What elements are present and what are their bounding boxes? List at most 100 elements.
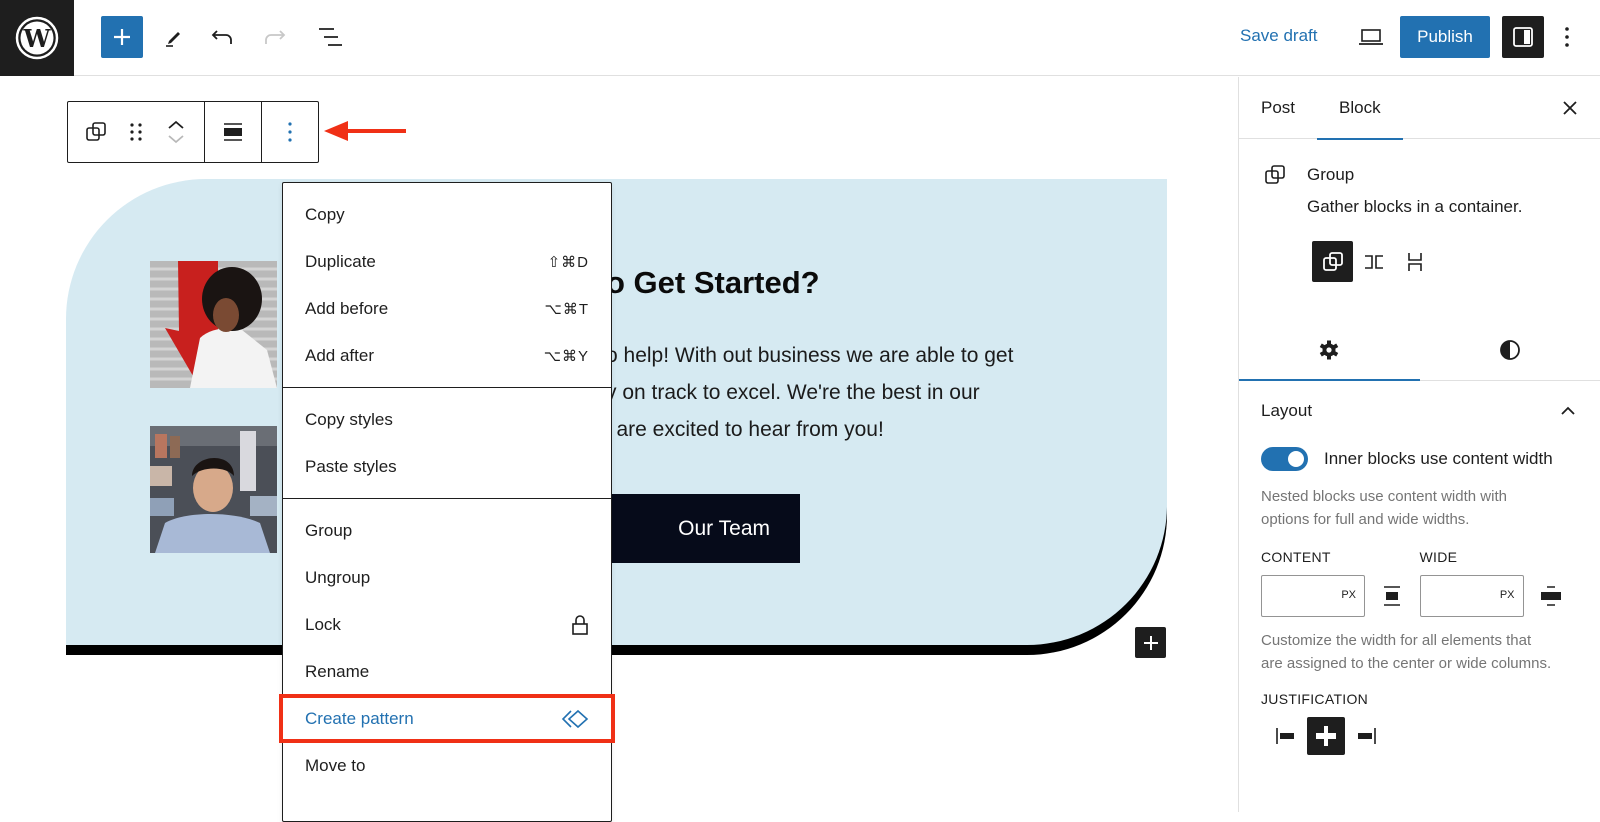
more-options-button[interactable] xyxy=(270,112,310,152)
chevron-up-icon xyxy=(1560,406,1576,416)
menu-item-label: Add after xyxy=(305,346,374,366)
move-up-icon[interactable] xyxy=(167,120,185,130)
undo-button[interactable] xyxy=(202,16,244,58)
help-line: are assigned to the center or wide colum… xyxy=(1261,652,1578,675)
settings-toggle-button[interactable] xyxy=(1502,16,1544,58)
options-button[interactable] xyxy=(1552,16,1582,58)
menu-item-paste-styles[interactable]: Paste styles xyxy=(283,443,611,490)
our-team-button[interactable]: Our Team xyxy=(606,494,800,563)
shortcut-label: ⌥⌘Y xyxy=(544,347,589,365)
group-background: o Get Started? o help! With out business… xyxy=(66,179,1167,645)
menu-item-copy[interactable]: Copy xyxy=(283,191,611,238)
block-title: Group xyxy=(1307,165,1354,185)
group-block[interactable]: o Get Started? o help! With out business… xyxy=(66,179,1167,645)
tab-post[interactable]: Post xyxy=(1239,77,1317,139)
cta-heading[interactable]: o Get Started? xyxy=(606,265,820,301)
block-type-button[interactable] xyxy=(76,112,116,152)
menu-item-label: Move to xyxy=(305,756,365,776)
tab-block[interactable]: Block xyxy=(1317,77,1403,139)
menu-item-label: Lock xyxy=(305,615,341,635)
sidebar-icon xyxy=(1511,25,1535,49)
redo-button[interactable] xyxy=(253,16,295,58)
group-icon xyxy=(84,120,108,144)
more-vertical-icon xyxy=(1564,25,1570,49)
align-button[interactable] xyxy=(213,112,253,152)
justify-center-button[interactable] xyxy=(1307,717,1345,755)
variation-row-button[interactable] xyxy=(1353,241,1394,282)
add-block-button[interactable] xyxy=(101,16,143,58)
wide-width-input[interactable]: PX xyxy=(1420,575,1524,617)
menu-item-label: Copy styles xyxy=(305,410,393,430)
content-width-icon-button xyxy=(1380,584,1404,608)
publish-button[interactable]: Publish xyxy=(1400,16,1490,58)
group-icon xyxy=(1263,163,1287,187)
unit-label[interactable]: PX xyxy=(1500,589,1515,601)
menu-section-actions: Group Ungroup Lock Rename Create pattern… xyxy=(283,499,611,797)
gear-icon xyxy=(1317,338,1341,362)
menu-item-label: Create pattern xyxy=(305,709,414,729)
wordpress-logo[interactable]: W xyxy=(0,0,74,76)
justify-left-button[interactable] xyxy=(1267,717,1305,755)
move-down-icon[interactable] xyxy=(167,134,185,144)
undo-icon xyxy=(210,25,236,49)
drag-handle[interactable] xyxy=(116,112,156,152)
variation-group-button[interactable] xyxy=(1312,241,1353,282)
shortcut-label: ⇧⌘D xyxy=(548,253,589,271)
menu-item-label: Paste styles xyxy=(305,457,397,477)
row-icon xyxy=(1362,250,1386,274)
tab-styles[interactable] xyxy=(1420,319,1600,380)
block-description: Gather blocks in a container. xyxy=(1307,197,1522,217)
symbol-icon xyxy=(561,709,589,729)
unit-label[interactable]: PX xyxy=(1341,589,1356,601)
width-help-text: Customize the width for all elements tha… xyxy=(1239,629,1600,675)
variation-stack-button[interactable] xyxy=(1394,241,1435,282)
laptop-icon xyxy=(1358,27,1384,47)
toggle-help-text: Nested blocks use content width with opt… xyxy=(1239,485,1600,531)
block-options-menu: Copy Duplicate ⇧⌘D Add before ⌥⌘T Add af… xyxy=(282,182,612,822)
append-block-button[interactable] xyxy=(1135,627,1166,658)
svg-text:W: W xyxy=(23,24,52,53)
menu-item-lock[interactable]: Lock xyxy=(283,601,611,648)
tools-button[interactable] xyxy=(152,16,194,58)
team-photo-man[interactable] xyxy=(150,426,277,553)
block-toolbar-group-1 xyxy=(68,102,205,162)
align-icon xyxy=(221,120,245,144)
menu-item-add-after[interactable]: Add after ⌥⌘Y xyxy=(283,332,611,379)
editor-canvas: o Get Started? o help! With out business… xyxy=(0,77,1238,812)
menu-section-styles: Copy styles Paste styles xyxy=(283,388,611,499)
preview-button[interactable] xyxy=(1350,16,1392,58)
justify-center-icon xyxy=(1313,723,1339,749)
menu-item-create-pattern[interactable]: Create pattern xyxy=(280,695,614,742)
menu-item-ungroup[interactable]: Ungroup xyxy=(283,554,611,601)
paragraph-line: o help! With out business we are able to… xyxy=(606,337,1126,374)
menu-item-group[interactable]: Group xyxy=(283,507,611,554)
shortcut-label: ⌥⌘T xyxy=(545,300,589,318)
content-width-toggle[interactable] xyxy=(1261,447,1308,471)
menu-item-duplicate[interactable]: Duplicate ⇧⌘D xyxy=(283,238,611,285)
content-width-input[interactable]: PX xyxy=(1261,575,1365,617)
menu-section-clipboard: Copy Duplicate ⇧⌘D Add before ⌥⌘T Add af… xyxy=(283,183,611,388)
team-photo-woman[interactable] xyxy=(150,261,277,388)
man-portrait-image xyxy=(150,426,277,553)
wide-label: WIDE xyxy=(1420,549,1579,565)
toggle-label: Inner blocks use content width xyxy=(1324,449,1553,469)
justify-right-button[interactable] xyxy=(1347,717,1385,755)
close-sidebar-button[interactable] xyxy=(1558,96,1582,120)
menu-item-copy-styles[interactable]: Copy styles xyxy=(283,396,611,443)
justification-control xyxy=(1239,717,1600,755)
plus-icon xyxy=(111,26,133,48)
menu-item-rename[interactable]: Rename xyxy=(283,648,611,695)
tab-settings[interactable] xyxy=(1239,319,1420,380)
align-none-icon xyxy=(1382,585,1402,607)
save-draft-button[interactable]: Save draft xyxy=(1240,26,1318,46)
cta-paragraph[interactable]: o help! With out business we are able to… xyxy=(606,337,1126,448)
width-controls: CONTENT PX WIDE PX xyxy=(1239,549,1600,617)
layout-panel-toggle[interactable]: Layout xyxy=(1239,381,1600,441)
menu-item-move-to[interactable]: Move to xyxy=(283,742,611,789)
menu-item-add-before[interactable]: Add before ⌥⌘T xyxy=(283,285,611,332)
document-overview-button[interactable] xyxy=(310,16,352,58)
block-card: Group Gather blocks in a container. xyxy=(1239,139,1600,319)
menu-item-label: Ungroup xyxy=(305,568,370,588)
group-icon xyxy=(1321,250,1345,274)
content-label: CONTENT xyxy=(1261,549,1420,565)
